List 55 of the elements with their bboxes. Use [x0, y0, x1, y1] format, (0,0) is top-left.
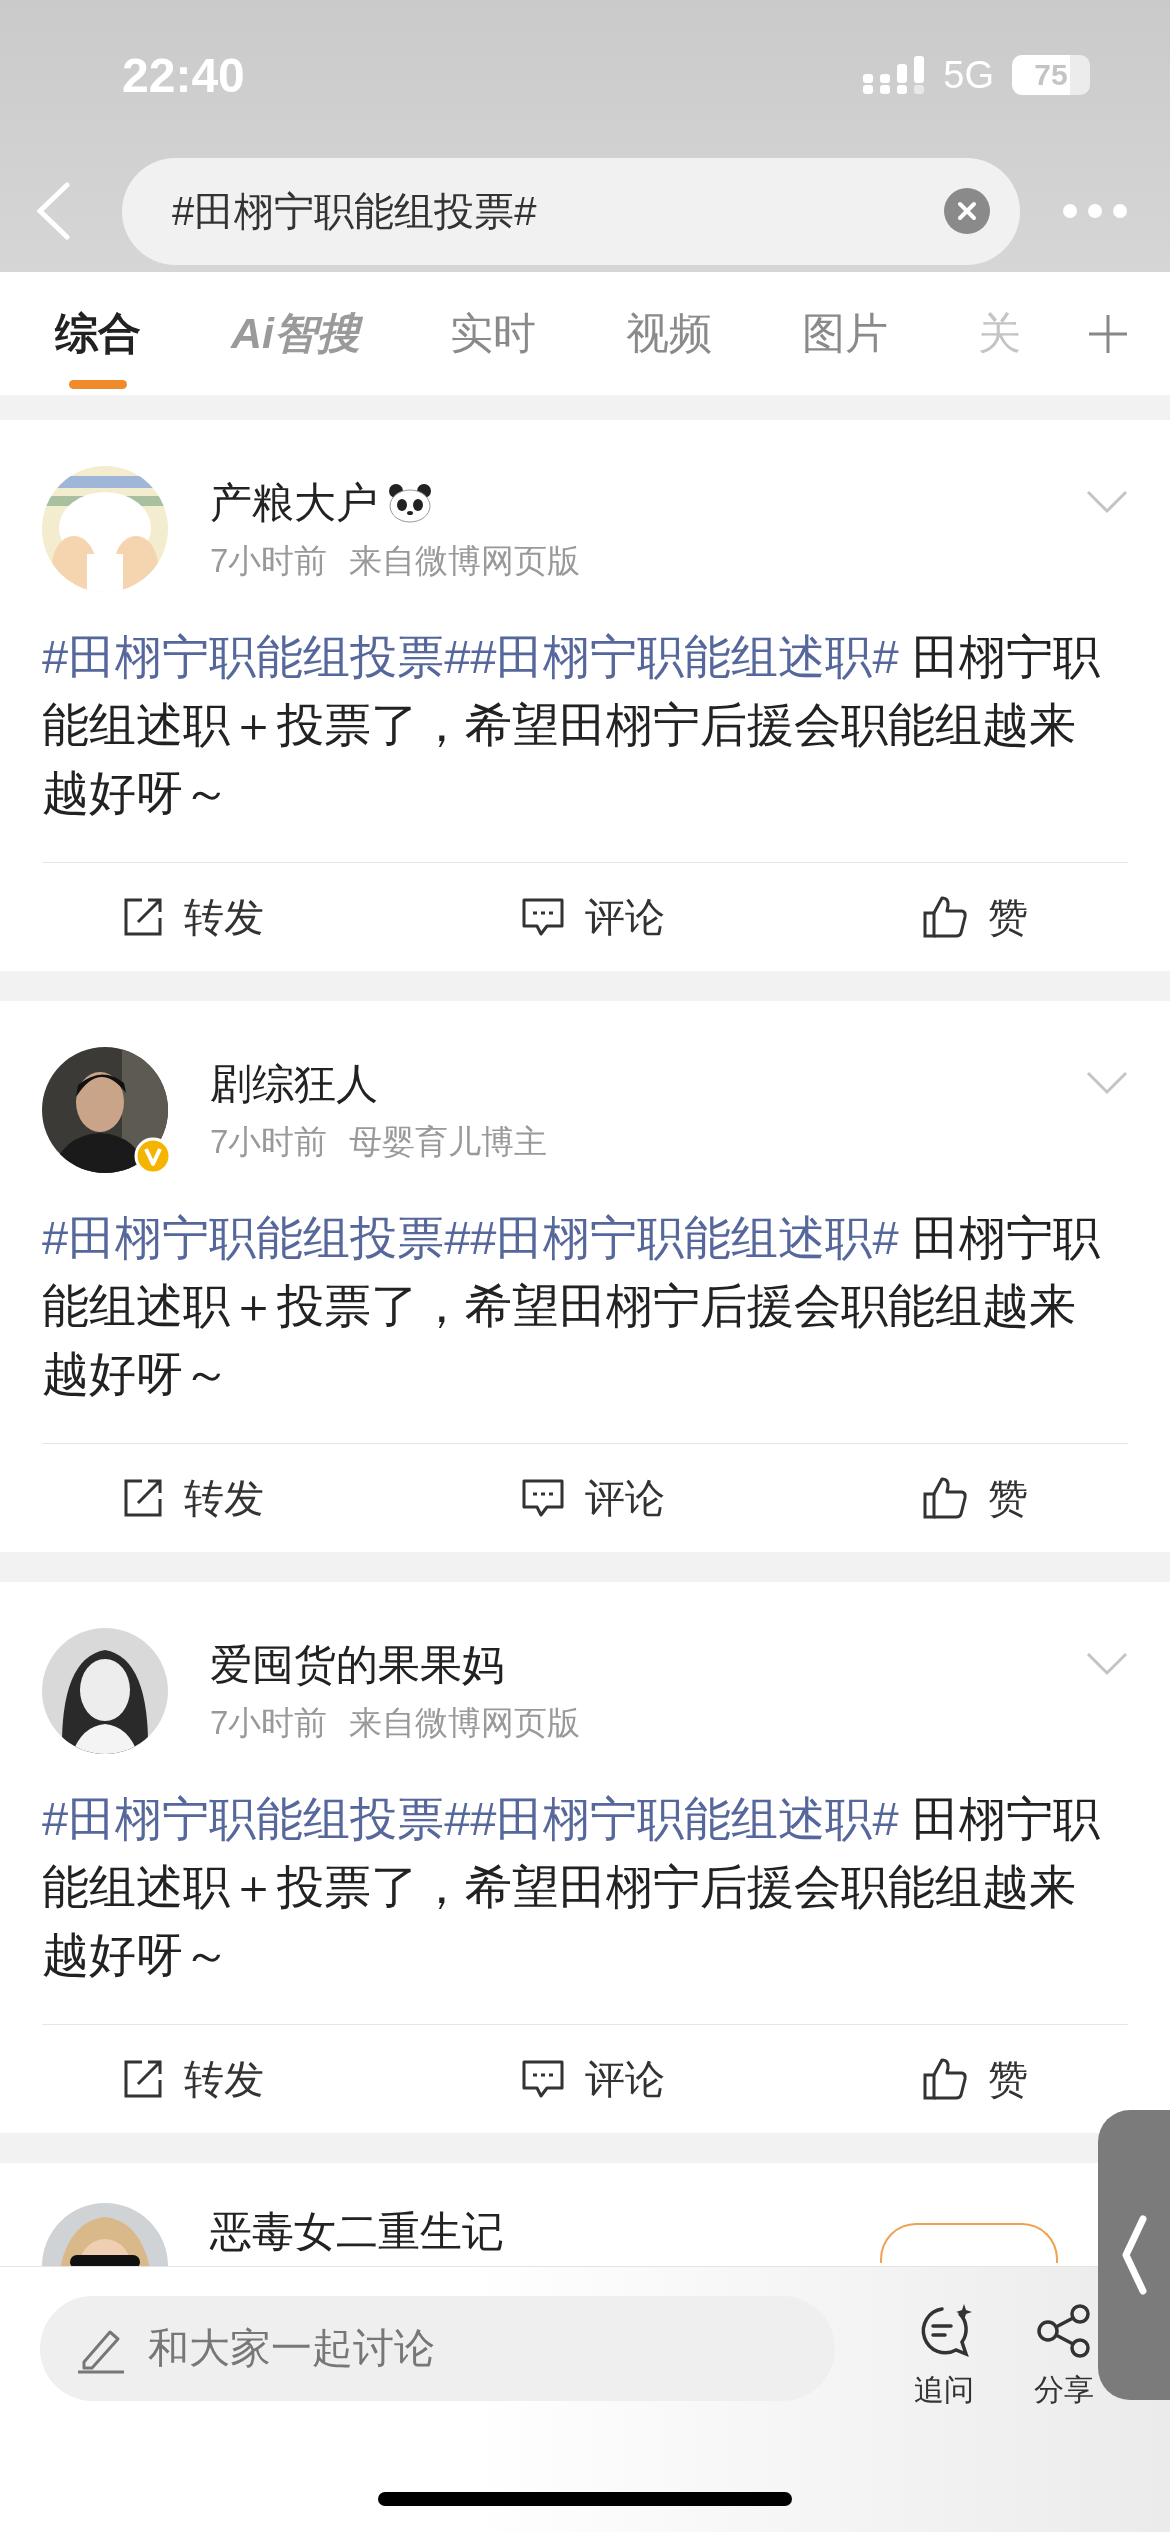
author-name[interactable]: 恶毒女二重生记: [210, 2204, 504, 2260]
topic-link[interactable]: #田栩宁职能组述职#: [470, 630, 899, 683]
post-source: 来自微博网页版: [349, 541, 581, 581]
comment-icon: [521, 2058, 565, 2100]
repost-icon: [122, 1477, 164, 1519]
toolbar-button[interactable]: 追问: [914, 2304, 974, 2411]
plus-icon[interactable]: [1088, 314, 1128, 354]
author-name[interactable]: 爱囤货的果果妈: [210, 1637, 504, 1693]
post-text: #田栩宁职能组投票##田栩宁职能组述职# 田栩宁职能组述职＋投票了，希望田栩宁后援会职能组越来越好呀～: [42, 1791, 1101, 1983]
comment-icon: [521, 1477, 565, 1519]
share-icon: [1036, 2304, 1092, 2358]
chevron-down-icon[interactable]: [1086, 1652, 1128, 1676]
like-icon: [922, 1476, 968, 1520]
action-button[interactable]: 转发: [122, 889, 264, 945]
action-button[interactable]: 赞: [922, 2051, 1028, 2107]
topic-link[interactable]: #田栩宁职能组投票#: [42, 1211, 471, 1264]
action-button[interactable]: 评论: [521, 2051, 665, 2107]
search-field[interactable]: #田栩宁职能组投票#: [122, 157, 1020, 265]
topic-link[interactable]: #田栩宁职能组述职#: [470, 1792, 899, 1845]
repost-icon: [122, 2058, 164, 2100]
like-icon: [922, 2057, 968, 2101]
post-text: #田栩宁职能组投票##田栩宁职能组述职# 田栩宁职能组述职＋投票了，希望田栩宁后援会职能组越来越好呀～: [42, 1210, 1101, 1402]
action-button[interactable]: 赞: [922, 889, 1028, 945]
comment-icon: [521, 896, 565, 938]
post-time: 7小时前: [210, 1703, 328, 1743]
action-button[interactable]: 评论: [521, 1470, 665, 1526]
clear-icon[interactable]: [944, 188, 990, 234]
action-button[interactable]: 评论: [521, 889, 665, 945]
post-time: 7小时前: [210, 541, 328, 581]
post-text: #田栩宁职能组投票##田栩宁职能组述职# 田栩宁职能组述职＋投票了，希望田栩宁后援会职能组越来越好呀～: [42, 629, 1101, 821]
side-drawer-handle[interactable]: [1098, 2110, 1170, 2400]
action-button[interactable]: 转发: [122, 2051, 264, 2107]
signal-icon: [863, 56, 926, 94]
author-name[interactable]: 产粮大户: [210, 475, 378, 531]
follow-button[interactable]: [880, 2223, 1058, 2263]
topic-link[interactable]: #田栩宁职能组投票#: [42, 630, 471, 683]
post-time: 7小时前: [210, 1122, 328, 1162]
author-name[interactable]: 剧综狂人: [210, 1056, 378, 1112]
tab[interactable]: 综合: [55, 272, 141, 395]
chevron-left-icon: [1121, 2215, 1147, 2295]
chevron-down-icon[interactable]: [1086, 1071, 1128, 1095]
repost-icon: [122, 896, 164, 938]
like-icon: [922, 895, 968, 939]
toolbar-button[interactable]: 分享: [1034, 2304, 1094, 2411]
more-icon[interactable]: [1062, 203, 1128, 219]
chevron-down-icon[interactable]: [1086, 490, 1128, 514]
topic-link[interactable]: #田栩宁职能组述职#: [470, 1211, 899, 1264]
action-button[interactable]: 赞: [922, 1470, 1028, 1526]
comment-field[interactable]: 和大家一起讨论: [40, 2296, 835, 2401]
post-source: 母婴育儿博主: [349, 1122, 548, 1162]
topic-link[interactable]: #田栩宁职能组投票#: [42, 1792, 471, 1845]
back-icon[interactable]: [35, 182, 71, 240]
battery-icon: 75: [1012, 55, 1090, 95]
action-button[interactable]: 转发: [122, 1470, 264, 1526]
post-source: 来自微博网页版: [349, 1703, 581, 1743]
